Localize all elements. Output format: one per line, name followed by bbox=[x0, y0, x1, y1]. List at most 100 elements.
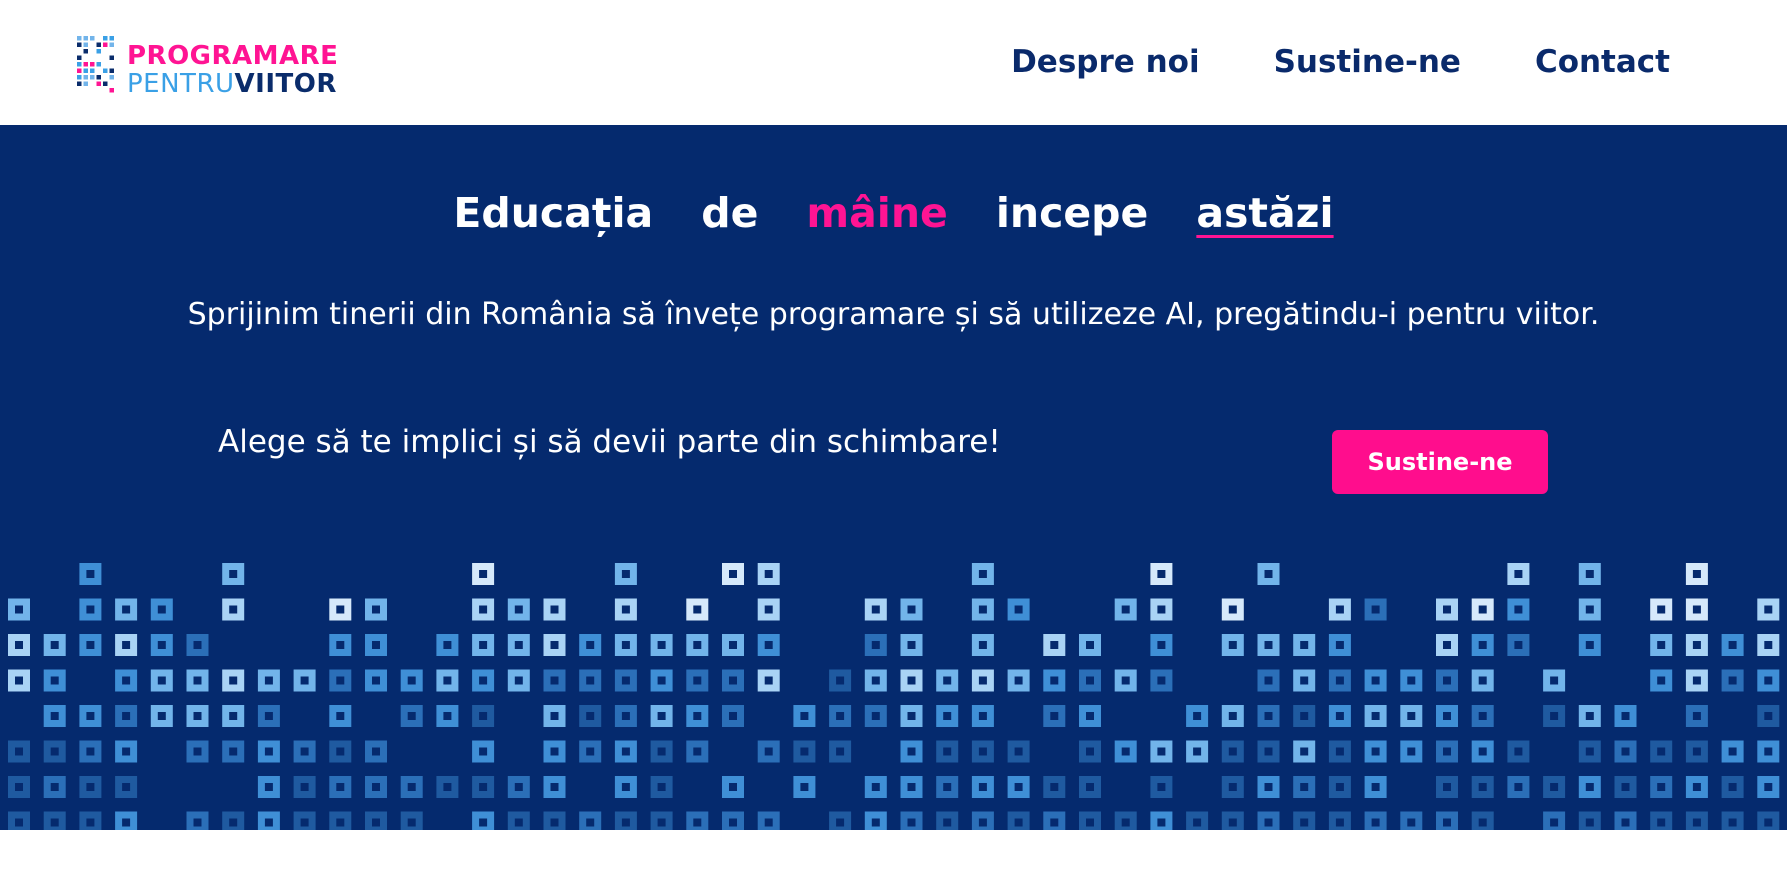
pixel-square-hole bbox=[1728, 783, 1737, 791]
pixel-square-hole bbox=[1692, 747, 1701, 756]
pixel-square-hole bbox=[1407, 676, 1416, 685]
site-header: PROGRAMARE PENTRUVIITOR Despre noi Susti… bbox=[0, 0, 1787, 125]
pixel-square-hole bbox=[978, 570, 987, 578]
pixel-square-hole bbox=[1014, 605, 1023, 614]
pixel-square-hole bbox=[1086, 747, 1094, 756]
pixel-square-hole bbox=[1086, 783, 1094, 791]
pixel-square-hole bbox=[193, 676, 202, 685]
pixel-square-hole bbox=[264, 783, 273, 791]
pixel-square-hole bbox=[1264, 783, 1273, 791]
pixel-square-hole bbox=[657, 676, 666, 685]
pixel-square-hole bbox=[1300, 747, 1309, 756]
pixel-square-hole bbox=[372, 605, 380, 614]
pixel-square-hole bbox=[1086, 818, 1094, 827]
pixel-square-hole bbox=[1157, 747, 1166, 756]
pixel-square-hole bbox=[479, 605, 488, 614]
logo-pixel bbox=[83, 49, 88, 54]
logo-pixel bbox=[83, 81, 88, 86]
pixel-square-hole bbox=[1050, 676, 1059, 685]
pixel-square-hole bbox=[157, 712, 166, 720]
pixel-square-hole bbox=[514, 605, 523, 614]
logo-pixel bbox=[77, 68, 82, 73]
logo-pixel bbox=[109, 75, 114, 80]
pixel-square-hole bbox=[550, 747, 559, 756]
pixel-square-hole bbox=[1086, 676, 1094, 685]
pixel-square-hole bbox=[264, 712, 273, 720]
logo-pixel bbox=[96, 62, 101, 67]
pixel-square-hole bbox=[514, 783, 523, 791]
pixel-square-hole bbox=[764, 570, 773, 578]
pixel-square-hole bbox=[514, 641, 523, 649]
pixel-square-hole bbox=[621, 712, 630, 720]
pixel-square-hole bbox=[943, 818, 952, 827]
pixel-square-hole bbox=[86, 818, 95, 827]
logo-pixel bbox=[109, 36, 114, 41]
pixel-square-hole bbox=[978, 641, 987, 649]
logo-pixel bbox=[103, 36, 108, 41]
pixel-square-hole bbox=[122, 641, 131, 649]
pixel-square-hole bbox=[978, 605, 987, 614]
pixel-square-hole bbox=[1407, 747, 1416, 756]
pixel-square-hole bbox=[193, 641, 202, 649]
pixel-square-hole bbox=[15, 676, 23, 685]
pixel-square-hole bbox=[1335, 605, 1344, 614]
pixel-square-hole bbox=[336, 818, 345, 827]
pixel-grid-logo-icon bbox=[77, 36, 114, 93]
pixel-square-hole bbox=[86, 747, 95, 756]
pixel-square-hole bbox=[1371, 676, 1380, 685]
pixel-square-hole bbox=[1728, 818, 1737, 827]
nav-link-despre-noi[interactable]: Despre noi bbox=[1011, 40, 1200, 84]
pixel-square-hole bbox=[1371, 818, 1380, 827]
sustine-ne-button[interactable]: Sustine-ne bbox=[1332, 430, 1548, 494]
pixel-square-hole bbox=[336, 712, 345, 720]
pixel-square-hole bbox=[586, 641, 595, 649]
logo-pixel bbox=[83, 75, 88, 80]
nav-link-contact[interactable]: Contact bbox=[1535, 40, 1670, 84]
pixel-square-hole bbox=[1478, 676, 1487, 685]
pixel-square-hole bbox=[657, 712, 666, 720]
pixel-square-hole bbox=[1585, 818, 1594, 827]
nav-link-sustine-ne[interactable]: Sustine-ne bbox=[1274, 40, 1461, 84]
pixel-square-hole bbox=[229, 818, 238, 827]
pixel-square-hole bbox=[1335, 818, 1344, 827]
pixel-square-hole bbox=[1692, 818, 1701, 827]
pixel-square-hole bbox=[50, 641, 59, 649]
pixel-square-hole bbox=[1157, 783, 1166, 791]
headline-word-de: de bbox=[701, 189, 759, 237]
logo-pixel bbox=[103, 68, 108, 73]
pixel-square-hole bbox=[1621, 818, 1630, 827]
pixel-square-hole bbox=[1335, 747, 1344, 756]
pixel-square-hole bbox=[1550, 676, 1559, 685]
next-section-edge bbox=[0, 830, 1787, 894]
pixel-square-hole bbox=[1371, 783, 1380, 791]
pixel-square-hole bbox=[1121, 818, 1130, 827]
pixel-square-hole bbox=[1443, 818, 1451, 827]
pixel-square-hole bbox=[764, 818, 773, 827]
pixel-square-hole bbox=[15, 818, 23, 827]
pixel-square-hole bbox=[193, 712, 202, 720]
site-logo[interactable]: PROGRAMARE PENTRUVIITOR bbox=[75, 34, 338, 98]
pixel-square-hole bbox=[372, 676, 380, 685]
pixel-square-hole bbox=[1514, 641, 1523, 649]
pixel-square-hole bbox=[372, 747, 380, 756]
pixel-square-hole bbox=[1371, 747, 1380, 756]
pixel-square-hole bbox=[1264, 747, 1273, 756]
logo-pixel bbox=[77, 36, 82, 41]
pixel-square-hole bbox=[1621, 747, 1630, 756]
pixel-square-hole bbox=[1193, 747, 1202, 756]
pixel-square-hole bbox=[1514, 747, 1523, 756]
headline-word-educatia: Educația bbox=[453, 189, 654, 237]
pixel-square-hole bbox=[1157, 818, 1166, 827]
pixel-square-hole bbox=[1443, 747, 1451, 756]
pixel-square-hole bbox=[943, 747, 952, 756]
pixel-square-hole bbox=[1443, 641, 1451, 649]
pixel-square-hole bbox=[1335, 641, 1344, 649]
pixel-square-hole bbox=[871, 818, 880, 827]
pixel-square-hole bbox=[1300, 676, 1309, 685]
pixel-square-hole bbox=[693, 712, 702, 720]
pixel-square-hole bbox=[1585, 605, 1594, 614]
pixel-square-hole bbox=[1478, 818, 1487, 827]
pixel-square-hole bbox=[1228, 605, 1237, 614]
pixel-square-hole bbox=[300, 783, 309, 791]
pixel-square-hole bbox=[729, 783, 737, 791]
